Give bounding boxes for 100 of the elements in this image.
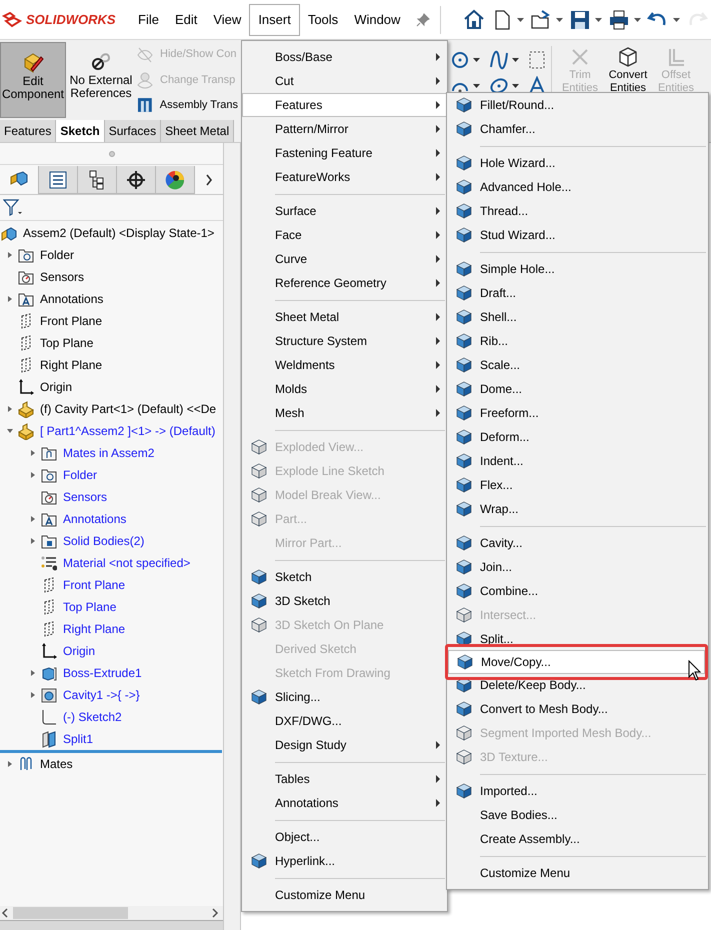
filter-icon[interactable] [3,198,23,216]
menu-item[interactable]: Pattern/Mirror [242,117,447,141]
menu-item[interactable]: Move/Copy... [448,650,705,674]
menu-item[interactable]: Convert to Mesh Body... [447,697,708,721]
menu-item[interactable]: Rib... [447,329,708,353]
caret-icon[interactable] [673,18,680,22]
tree-item[interactable]: Front Plane [63,576,126,594]
grip-dot-icon[interactable] [108,150,114,156]
dotted-rectangle-icon[interactable] [528,50,546,70]
command-tab[interactable]: Features [0,120,56,142]
menu-item[interactable]: Customize Menu [242,883,447,907]
tree-item[interactable]: Split1 [63,730,94,748]
panel-tab[interactable] [39,166,78,194]
menu-item[interactable]: Reference Geometry [242,271,447,295]
menu-bar-item[interactable]: Tools [300,4,346,36]
panel-tab[interactable] [156,166,195,194]
menu-item[interactable]: Chamfer... [447,117,708,141]
menu-item[interactable]: Sketch [242,565,447,589]
tree-item[interactable]: Solid Bodies(2) [63,532,144,550]
tree-item[interactable]: (-) Sketch2 [63,708,122,726]
collapsed-arrow-icon[interactable] [6,405,14,413]
tree-item[interactable]: Cavity1 ->{ ->} [63,686,140,704]
chevron-right-icon[interactable] [205,174,213,186]
menu-item[interactable]: Features [242,93,447,117]
menu-item[interactable]: Fillet/Round... [447,93,708,117]
expanded-arrow-icon[interactable] [6,427,14,435]
menu-item[interactable]: Cavity... [447,531,708,555]
tree-item[interactable]: Folder [40,246,74,264]
tree-item[interactable]: Right Plane [63,620,126,638]
menu-item[interactable]: Molds [242,377,447,401]
menu-item[interactable]: Hyperlink... [242,849,447,873]
tree-item[interactable]: Top Plane [63,598,116,616]
menu-item[interactable]: Design Study [242,733,447,757]
spline-icon[interactable] [489,50,509,70]
tree-item[interactable]: Annotations [40,290,104,308]
tree-item[interactable]: Material <not specified> [63,554,190,572]
menu-item[interactable]: Shell... [447,305,708,329]
caret-icon[interactable] [634,18,642,22]
printer-icon[interactable] [608,8,630,30]
caret-icon[interactable] [517,18,524,22]
caret-icon[interactable] [595,18,602,22]
menu-item[interactable]: DXF/DWG... [242,709,447,733]
menu-item[interactable]: Stud Wizard... [447,223,708,247]
collapsed-arrow-icon[interactable] [6,295,14,303]
tree-item[interactable]: Top Plane [40,334,94,352]
scrollbar-thumb[interactable] [13,907,128,919]
menu-item[interactable]: Combine... [447,579,708,603]
menu-item[interactable]: Slicing... [242,685,447,709]
menu-item[interactable]: Deform... [447,425,708,449]
tree-item[interactable]: Origin [63,642,96,660]
menu-item[interactable]: Imported... [447,779,708,803]
menu-item[interactable]: Curve [242,247,447,271]
tree-item[interactable]: Right Plane [40,356,102,374]
menu-item[interactable]: Simple Hole... [447,257,708,281]
tree-item[interactable]: Folder [63,466,98,484]
panel-tab[interactable] [117,166,156,194]
menu-item[interactable]: Face [242,223,447,247]
command-button[interactable]: Assembly Trans [136,96,238,114]
menu-item[interactable]: Structure System [242,329,447,353]
tree-item[interactable]: Mates [40,755,73,773]
tree-item[interactable]: Boss-Extrude1 [63,664,142,682]
scroll-left-icon[interactable] [0,908,10,918]
menu-item[interactable]: Save Bodies... [447,803,708,827]
command-tab[interactable]: Sheet Metal [161,120,234,142]
menu-item[interactable]: Sheet Metal [242,305,447,329]
tree-item[interactable]: Annotations [63,510,126,528]
save-icon[interactable] [569,8,592,30]
menu-item[interactable]: Thread... [447,199,708,223]
home-icon[interactable] [463,8,486,30]
menu-item[interactable]: Advanced Hole... [447,175,708,199]
caret-icon[interactable] [512,84,519,88]
menu-item[interactable]: Freeform... [447,401,708,425]
menu-item[interactable]: FeatureWorks [242,165,447,189]
menu-item[interactable]: Scale... [447,353,708,377]
menu-item[interactable]: Dome... [447,377,708,401]
pin-icon[interactable] [416,12,430,26]
menu-item[interactable]: Boss/Base [242,45,447,69]
menu-item[interactable]: Flex... [447,473,708,497]
scroll-right-icon[interactable] [210,908,220,918]
command-tab[interactable]: Surfaces [104,120,162,142]
collapsed-arrow-icon[interactable] [29,449,37,457]
menu-bar-item[interactable]: File [130,4,167,36]
command-button[interactable]: Edit Component [0,42,66,118]
menu-item[interactable]: Mesh [242,401,447,425]
tree-item[interactable]: Sensors [40,268,84,286]
collapsed-arrow-icon[interactable] [29,691,37,699]
command-tab[interactable]: Sketch [56,120,105,142]
command-button[interactable]: Convert Entities [605,42,651,95]
circle-icon[interactable] [450,50,470,70]
caret-icon[interactable] [473,58,480,62]
menu-bar-item[interactable]: Edit [166,4,206,36]
menu-item[interactable]: Object... [242,825,447,849]
caret-icon[interactable] [473,84,480,88]
menu-bar-item[interactable]: Window [346,4,408,36]
menu-item[interactable]: Wrap... [447,497,708,521]
menu-bar-item[interactable]: View [205,4,250,36]
collapsed-arrow-icon[interactable] [29,537,37,545]
menu-bar-item[interactable]: Insert [249,4,300,36]
tree-item[interactable]: Front Plane [40,312,102,330]
collapsed-arrow-icon[interactable] [29,471,37,479]
